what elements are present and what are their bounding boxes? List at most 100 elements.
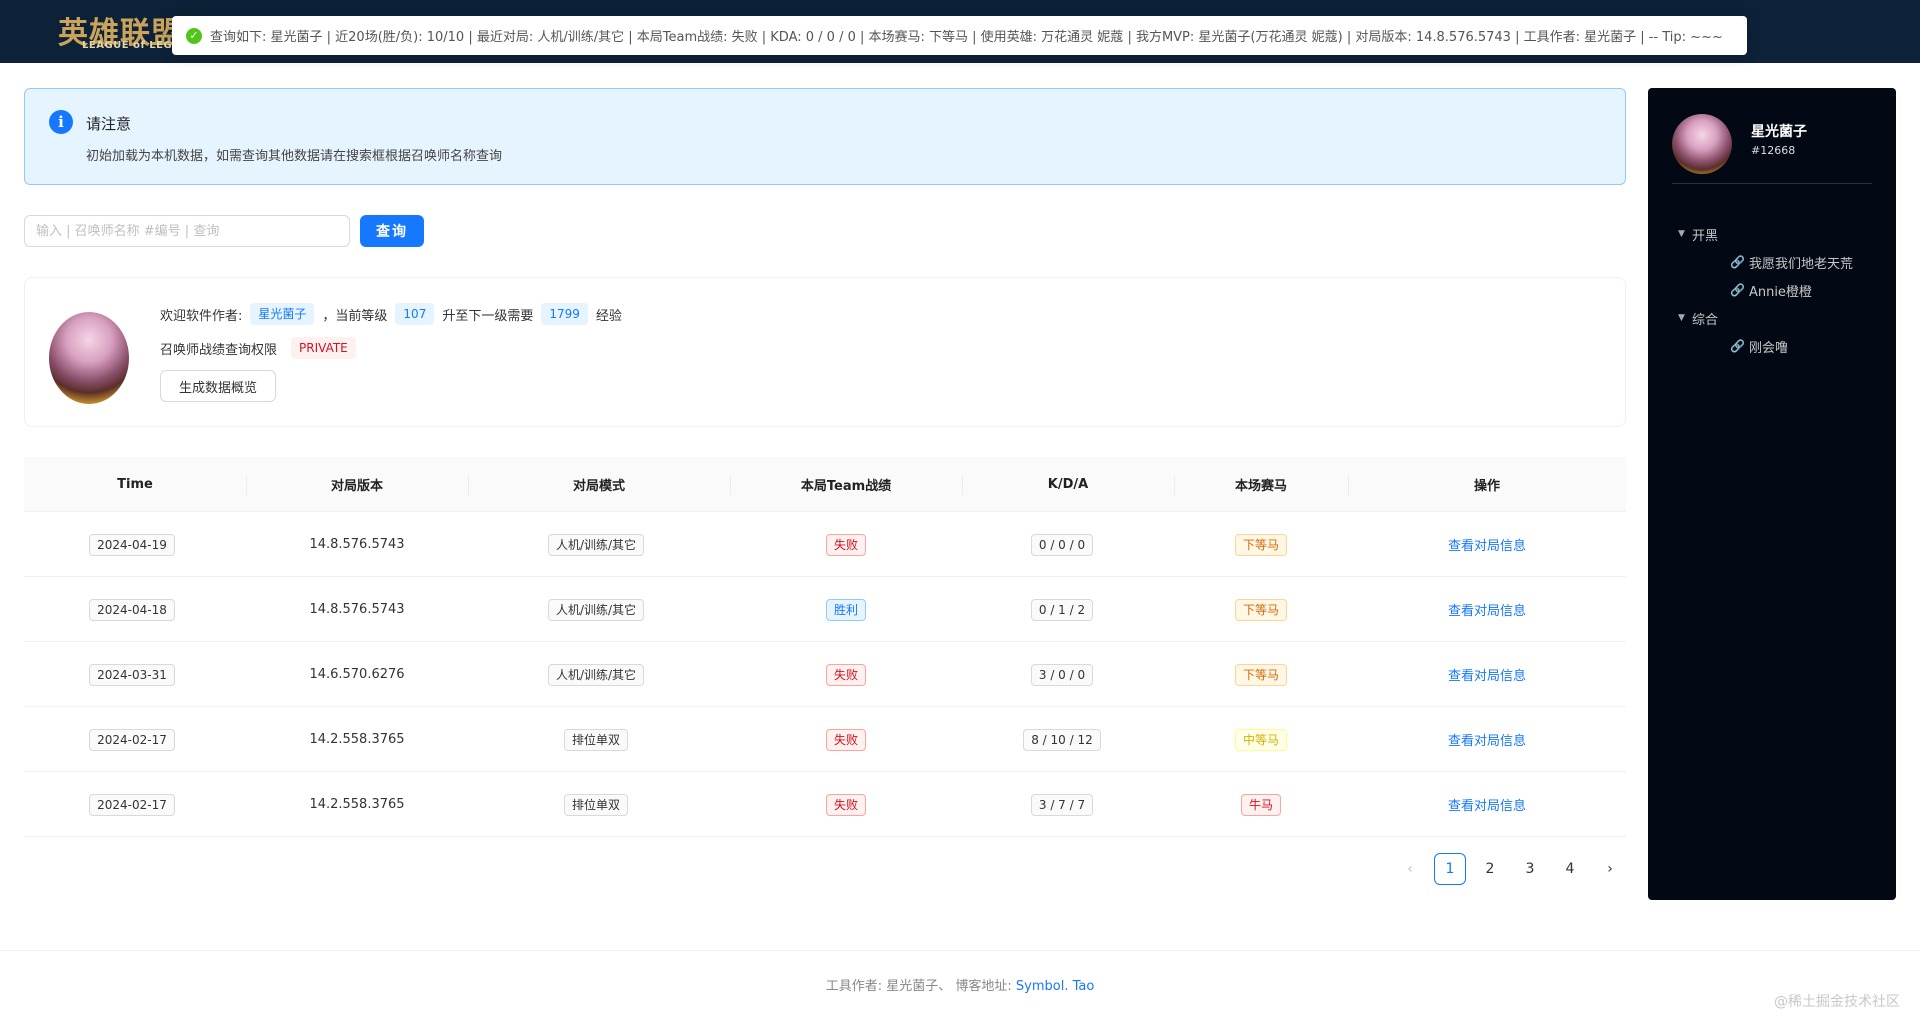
date-chip: 2024-04-19	[89, 533, 175, 556]
query-toast: ✓ 查询如下: 星光菌子 | 近20场(胜/负): 10/10 | 最近对局: …	[172, 16, 1747, 55]
table-row: 2024-04-18 14.8.576.5743 人机/训练/其它 胜利 0 /…	[24, 577, 1626, 642]
next-level-label: 升至下一级需要	[442, 308, 534, 324]
view-match-link[interactable]: 查看对局信息	[1448, 795, 1526, 814]
caret-down-icon: ▼	[1678, 229, 1685, 239]
sidebar-username: 星光菌子	[1751, 124, 1807, 140]
version-cell: 14.8.576.5743	[309, 537, 405, 552]
mode-chip: 排位单双	[563, 793, 628, 816]
horse-chip: 下等马	[1234, 663, 1287, 686]
toast-text: 查询如下: 星光菌子 | 近20场(胜/负): 10/10 | 最近对局: 人机…	[210, 30, 1723, 45]
generate-overview-button[interactable]: 生成数据概览	[160, 370, 276, 402]
tree-group-zonghe[interactable]: ▼ 综合	[1678, 304, 1878, 332]
view-match-link[interactable]: 查看对局信息	[1448, 665, 1526, 684]
kda-chip: 0 / 0 / 0	[1030, 533, 1094, 556]
result-chip: 失败	[825, 663, 866, 686]
link-icon: 🔗	[1730, 339, 1745, 353]
view-match-link[interactable]: 查看对局信息	[1448, 730, 1526, 749]
tree-friend-item[interactable]: 🔗 Annie橙橙	[1678, 276, 1878, 304]
friend-group-tree: ▼ 开黑 🔗 我愿我们地老天荒 🔗 Annie橙橙 ▼ 综合 🔗 刚会噜	[1678, 220, 1878, 360]
table-row: 2024-03-31 14.6.570.6276 人机/训练/其它 失败 3 /…	[24, 642, 1626, 707]
match-history-table: Time 对局版本 对局模式 本局Team战绩 K/D/A 本场赛马 操作 20…	[24, 457, 1626, 837]
col-header-mode: 对局模式	[572, 479, 625, 494]
check-circle-icon: ✓	[186, 27, 202, 44]
alert-title: 请注意	[86, 115, 132, 133]
col-header-horse: 本场赛马	[1234, 479, 1287, 494]
friends-sidebar: 星光菌子 #12668 ▼ 开黑 🔗 我愿我们地老天荒 🔗 Annie橙橙 ▼ …	[1648, 88, 1896, 900]
group-label: 开黑	[1692, 228, 1719, 244]
view-match-link[interactable]: 查看对局信息	[1448, 600, 1526, 619]
alert-description: 初始加载为本机数据，如需查询其他数据请在搜索框根据召唤师名称查询	[86, 149, 503, 164]
exp-unit: 经验	[595, 308, 622, 324]
permission-tag: PRIVATE	[291, 337, 356, 359]
mode-chip: 排位单双	[563, 728, 628, 751]
horse-chip: 下等马	[1234, 533, 1287, 556]
table-row: 2024-02-17 14.2.558.3765 排位单双 失败 3 / 7 /…	[24, 772, 1626, 837]
page-1-button[interactable]: 1	[1434, 853, 1466, 885]
date-chip: 2024-04-18	[89, 598, 175, 621]
group-label: 综合	[1692, 312, 1719, 328]
date-chip: 2024-03-31	[89, 663, 175, 686]
date-chip: 2024-02-17	[89, 793, 175, 816]
level-label: ，当前等级	[322, 308, 388, 324]
mode-chip: 人机/训练/其它	[547, 533, 645, 556]
result-chip: 失败	[825, 533, 866, 556]
sidebar-avatar	[1672, 114, 1732, 174]
friend-name: 我愿我们地老天荒	[1748, 256, 1853, 272]
kda-chip: 0 / 1 / 2	[1030, 598, 1094, 621]
horse-chip: 下等马	[1234, 598, 1287, 621]
blog-link[interactable]: Symbol. Tao	[1016, 979, 1094, 994]
link-icon: 🔗	[1730, 255, 1745, 269]
page-2-button[interactable]: 2	[1474, 853, 1506, 885]
mode-chip: 人机/训练/其它	[547, 663, 645, 686]
profile-card: 欢迎软件作者: 星光菌子 ，当前等级 107 升至下一级需要 1799 经验 召…	[24, 277, 1626, 427]
view-match-link[interactable]: 查看对局信息	[1448, 535, 1526, 554]
kda-chip: 3 / 7 / 7	[1030, 793, 1094, 816]
version-cell: 14.2.558.3765	[309, 732, 405, 747]
exp-tag: 1799	[541, 303, 588, 325]
col-header-time: Time	[117, 477, 153, 492]
tree-group-kaihei[interactable]: ▼ 开黑	[1678, 220, 1878, 248]
permission-label: 召唤师战绩查询权限	[160, 342, 278, 358]
version-cell: 14.8.576.5743	[309, 602, 405, 617]
kda-chip: 3 / 0 / 0	[1030, 663, 1094, 686]
page-4-button[interactable]: 4	[1554, 853, 1586, 885]
result-chip: 失败	[825, 793, 866, 816]
table-row: 2024-04-19 14.8.576.5743 人机/训练/其它 失败 0 /…	[24, 512, 1626, 577]
col-header-version: 对局版本	[330, 479, 383, 494]
prev-page-button[interactable]: ‹	[1394, 853, 1426, 885]
summoner-search-input[interactable]	[24, 215, 350, 247]
avatar	[49, 312, 129, 404]
result-chip: 失败	[825, 728, 866, 751]
tree-friend-item[interactable]: 🔗 我愿我们地老天荒	[1678, 248, 1878, 276]
welcome-label: 欢迎软件作者:	[160, 308, 243, 324]
page-3-button[interactable]: 3	[1514, 853, 1546, 885]
caret-down-icon: ▼	[1678, 313, 1685, 323]
result-chip: 胜利	[825, 598, 866, 621]
info-icon: i	[49, 110, 73, 134]
col-header-kda: K/D/A	[1047, 477, 1089, 492]
watermark: @稀土掘金技术社区	[1774, 994, 1900, 1010]
footer-divider	[0, 950, 1920, 951]
date-chip: 2024-02-17	[89, 728, 175, 751]
col-header-team-result: 本局Team战绩	[800, 479, 892, 494]
friend-name: Annie橙橙	[1748, 284, 1812, 300]
table-header: Time 对局版本 对局模式 本局Team战绩 K/D/A 本场赛马 操作	[24, 457, 1626, 512]
level-tag: 107	[395, 303, 435, 325]
profile-welcome-line: 欢迎软件作者: 星光菌子 ，当前等级 107 升至下一级需要 1799 经验	[160, 303, 622, 325]
username-tag: 星光菌子	[250, 303, 315, 325]
kda-chip: 8 / 10 / 12	[1023, 728, 1101, 751]
permission-line: 召唤师战绩查询权限 PRIVATE	[160, 337, 364, 359]
version-cell: 14.6.570.6276	[309, 667, 405, 682]
info-alert: i 请注意 初始加载为本机数据，如需查询其他数据请在搜索框根据召唤师名称查询	[24, 88, 1626, 185]
link-icon: 🔗	[1730, 283, 1745, 297]
table-row: 2024-02-17 14.2.558.3765 排位单双 失败 8 / 10 …	[24, 707, 1626, 772]
search-button[interactable]: 查询	[360, 215, 424, 247]
horse-chip: 中等马	[1234, 728, 1287, 751]
tree-friend-item[interactable]: 🔗 刚会噜	[1678, 332, 1878, 360]
next-page-button[interactable]: ›	[1594, 853, 1626, 885]
horse-chip: 牛马	[1240, 793, 1281, 816]
sidebar-user-tag: #12668	[1751, 144, 1796, 157]
sidebar-divider	[1672, 183, 1872, 184]
col-header-action: 操作	[1473, 479, 1500, 494]
version-cell: 14.2.558.3765	[309, 797, 405, 812]
